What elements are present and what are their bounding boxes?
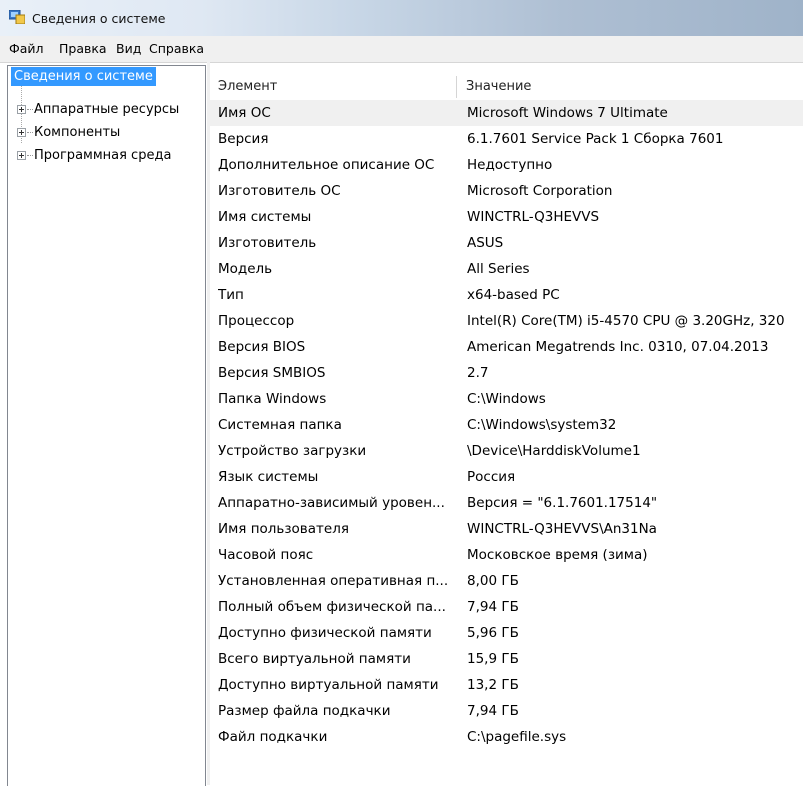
expand-plus-icon[interactable] xyxy=(17,128,26,137)
cell-value: Microsoft Corporation xyxy=(467,183,613,199)
expand-plus-icon[interactable] xyxy=(17,151,26,160)
cell-value: All Series xyxy=(467,261,530,277)
cell-item: Имя системы xyxy=(218,209,312,225)
cell-item: Версия SMBIOS xyxy=(218,365,326,381)
cell-value: C:\Windows xyxy=(467,391,546,407)
cell-value: 5,96 ГБ xyxy=(467,625,519,641)
table-row[interactable]: Размер файла подкачки 7,94 ГБ xyxy=(210,698,803,724)
cell-value: C:\Windows\system32 xyxy=(467,417,617,433)
cell-item: Версия BIOS xyxy=(218,339,306,355)
table-row[interactable]: Модель All Series xyxy=(210,256,803,282)
cell-item: Изготовитель xyxy=(218,235,317,251)
tree-connector xyxy=(27,155,33,156)
cell-value: Intel(R) Core(TM) i5-4570 CPU @ 3.20GHz,… xyxy=(467,313,785,329)
table-row[interactable]: Устройство загрузки \Device\HarddiskVolum… xyxy=(210,438,803,464)
cell-item: Имя ОС xyxy=(218,105,271,121)
menu-file[interactable]: Файл xyxy=(9,41,44,56)
table-row[interactable]: Часовой пояс Московское время (зима) xyxy=(210,542,803,568)
expand-plus-icon[interactable] xyxy=(17,105,26,114)
cell-value: 7,94 ГБ xyxy=(467,599,519,615)
cell-item: Часовой пояс xyxy=(218,547,314,563)
cell-item: Тип xyxy=(218,287,244,303)
cell-item: Файл подкачки xyxy=(218,729,328,745)
cell-item: Доступно виртуальной памяти xyxy=(218,677,439,693)
cell-value: 13,2 ГБ xyxy=(467,677,519,693)
table-row[interactable]: Доступно виртуальной памяти 13,2 ГБ xyxy=(210,672,803,698)
cell-item: Размер файла подкачки xyxy=(218,703,391,719)
table-row[interactable]: Папка Windows C:\Windows xyxy=(210,386,803,412)
table-row[interactable]: Файл подкачки C:\pagefile.sys xyxy=(210,724,803,750)
cell-item: Версия xyxy=(218,131,269,147)
cell-value: Россия xyxy=(467,469,516,485)
table-row[interactable]: Изготовитель ASUS xyxy=(210,230,803,256)
menu-edit[interactable]: Правка xyxy=(59,41,107,56)
cell-value: C:\pagefile.sys xyxy=(467,729,567,745)
table-row[interactable]: Тип x64-based PC xyxy=(210,282,803,308)
tree-item-label: Компоненты xyxy=(34,125,121,140)
cell-value: WINCTRL-Q3HEVVS xyxy=(467,209,600,225)
table-row[interactable]: Имя системы WINCTRL-Q3HEVVS xyxy=(210,204,803,230)
cell-item: Всего виртуальной памяти xyxy=(218,651,411,667)
table-row[interactable]: Доступно физической памяти 5,96 ГБ xyxy=(210,620,803,646)
table-row[interactable]: Установленная оперативная п... 8,00 ГБ xyxy=(210,568,803,594)
cell-value: 2.7 xyxy=(467,365,489,381)
cell-item: Язык системы xyxy=(218,469,319,485)
menu-help[interactable]: Справка xyxy=(149,41,204,56)
details-list[interactable]: Элемент Значение Имя ОС Microsoft Windows… xyxy=(210,76,803,785)
cell-item: Устройство загрузки xyxy=(218,443,367,459)
cell-item: Полный объем физической па... xyxy=(218,599,446,615)
system-info-icon xyxy=(9,10,25,24)
table-row[interactable]: Версия 6.1.7601 Service Pack 1 Сборка 760… xyxy=(210,126,803,152)
cell-item: Модель xyxy=(218,261,273,277)
table-row[interactable]: Изготовитель ОС Microsoft Corporation xyxy=(210,178,803,204)
table-row[interactable]: Версия SMBIOS 2.7 xyxy=(210,360,803,386)
cell-item: Системная папка xyxy=(218,417,342,433)
cell-value: 15,9 ГБ xyxy=(467,651,519,667)
cell-value: Версия = "6.1.7601.17514" xyxy=(467,495,658,511)
cell-value: x64-based PC xyxy=(467,287,560,303)
cell-value: 8,00 ГБ xyxy=(467,573,519,589)
category-tree[interactable]: Сведения о системе Аппаратные ресурсы Ко… xyxy=(7,65,206,786)
table-row[interactable]: Полный объем физической па... 7,94 ГБ xyxy=(210,594,803,620)
tree-connector xyxy=(27,132,33,133)
cell-value: Microsoft Windows 7 Ultimate xyxy=(467,105,668,121)
cell-item: Имя пользователя xyxy=(218,521,349,537)
menu-bar: Файл Правка Вид Справка xyxy=(0,36,803,63)
cell-value: \Device\HarddiskVolume1 xyxy=(467,443,641,459)
title-bar[interactable]: Сведения о системе xyxy=(0,0,803,36)
cell-item: Дополнительное описание ОС xyxy=(218,157,435,173)
cell-value: Московское время (зима) xyxy=(467,547,648,563)
table-row[interactable]: Процессор Intel(R) Core(TM) i5-4570 CPU @… xyxy=(210,308,803,334)
cell-item: Доступно физической памяти xyxy=(218,625,432,641)
cell-value: 6.1.7601 Service Pack 1 Сборка 7601 xyxy=(467,131,724,147)
tree-item-label: Программная среда xyxy=(34,148,172,163)
tree-connector xyxy=(27,109,33,110)
cell-item: Аппаратно-зависимый уровен... xyxy=(218,495,445,511)
table-row[interactable]: Дополнительное описание ОС Недоступно xyxy=(210,152,803,178)
table-row[interactable]: Имя пользователя WINCTRL-Q3HEVVS\An31Na xyxy=(210,516,803,542)
menu-view[interactable]: Вид xyxy=(116,41,141,56)
cell-value: ASUS xyxy=(467,235,504,251)
table-row[interactable]: Имя ОС Microsoft Windows 7 Ultimate xyxy=(210,100,803,126)
tree-item-system-summary[interactable]: Сведения о системе xyxy=(11,67,156,86)
cell-item: Папка Windows xyxy=(218,391,327,407)
cell-item: Установленная оперативная п... xyxy=(218,573,449,589)
tree-item-label: Аппаратные ресурсы xyxy=(34,102,180,117)
table-row[interactable]: Язык системы Россия xyxy=(210,464,803,490)
column-header-item[interactable]: Элемент xyxy=(218,76,277,98)
table-row[interactable]: Системная папка C:\Windows\system32 xyxy=(210,412,803,438)
cell-item: Изготовитель ОС xyxy=(218,183,341,199)
column-header-value[interactable]: Значение xyxy=(466,76,531,98)
cell-value: 7,94 ГБ xyxy=(467,703,519,719)
table-row[interactable]: Аппаратно-зависимый уровен... Версия = "6… xyxy=(210,490,803,516)
cell-value: Недоступно xyxy=(467,157,553,173)
table-row[interactable]: Версия BIOS American Megatrends Inc. 0310… xyxy=(210,334,803,360)
cell-item: Процессор xyxy=(218,313,295,329)
cell-value: WINCTRL-Q3HEVVS\An31Na xyxy=(467,521,657,537)
column-divider[interactable] xyxy=(456,76,457,98)
window-title: Сведения о системе xyxy=(32,11,166,26)
table-row[interactable]: Всего виртуальной памяти 15,9 ГБ xyxy=(210,646,803,672)
cell-value: American Megatrends Inc. 0310, 07.04.201… xyxy=(467,339,769,355)
